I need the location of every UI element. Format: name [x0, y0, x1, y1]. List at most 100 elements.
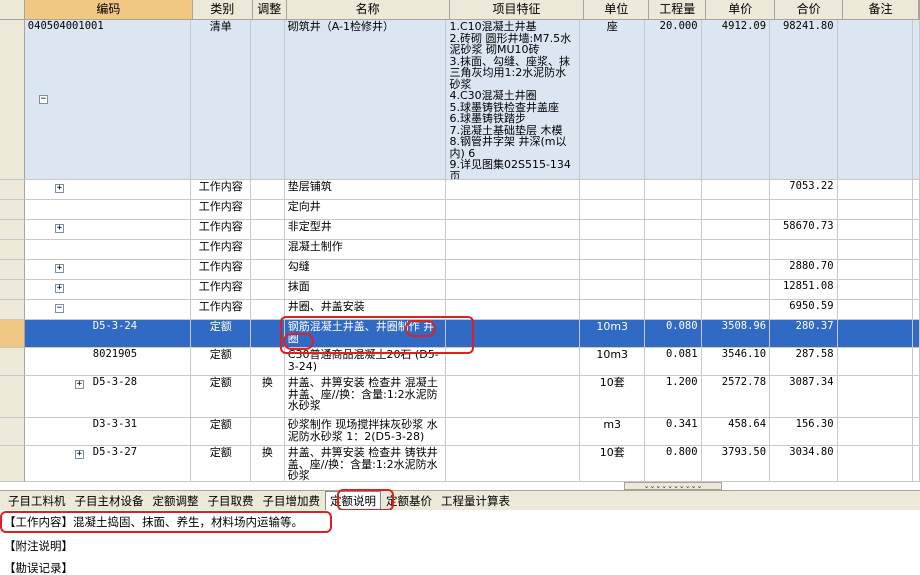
quota-row[interactable]: D5-3-24 定额 钢筋混凝土井盖、井圈制作 井圈 10m3 0.080 35…	[0, 320, 920, 348]
features-cell[interactable]	[446, 446, 581, 482]
adjust-cell[interactable]	[250, 348, 285, 376]
name-cell[interactable]: C30普通商品混凝土20石 (D5-3-24)	[284, 348, 447, 376]
code-cell[interactable]: −	[24, 300, 192, 320]
type-cell[interactable]: 工作内容	[191, 300, 251, 320]
quantity-cell[interactable]: 0.800	[644, 446, 702, 482]
bill-item-row[interactable]: 040504001001 − 清单 砌筑井（A-1检修井） 1.C10混凝土井基…	[0, 20, 920, 180]
quantity-cell[interactable]	[644, 300, 702, 320]
tab-sub-extra-fee[interactable]: 子目增加费	[259, 492, 325, 510]
row-header[interactable]	[0, 240, 25, 260]
unit-cell[interactable]: 10m3	[580, 348, 645, 376]
note-cell[interactable]	[837, 240, 913, 260]
quantity-cell[interactable]: 20.000	[644, 20, 702, 180]
features-cell[interactable]	[446, 376, 581, 418]
row-header[interactable]	[0, 376, 25, 418]
type-cell[interactable]: 定额	[191, 376, 251, 418]
adjust-cell[interactable]	[250, 240, 285, 260]
price-cell[interactable]	[701, 260, 771, 280]
price-cell[interactable]: 3546.10	[701, 348, 771, 376]
tab-quota-adjust[interactable]: 定额调整	[149, 492, 203, 510]
price-cell[interactable]	[701, 280, 771, 300]
quantity-cell[interactable]	[644, 280, 702, 300]
code-cell[interactable]: +	[24, 180, 192, 200]
expand-icon[interactable]: +	[74, 380, 84, 389]
price-cell[interactable]: 3793.50	[701, 446, 771, 482]
col-header-type[interactable]: 类别	[192, 0, 253, 20]
quantity-cell[interactable]	[644, 180, 702, 200]
name-cell[interactable]: 垫层铺筑	[284, 180, 447, 200]
type-cell[interactable]: 定额	[191, 320, 251, 348]
quantity-cell[interactable]	[644, 240, 702, 260]
features-cell[interactable]	[446, 240, 581, 260]
row-header[interactable]	[0, 300, 25, 320]
price-cell[interactable]: 2572.78	[701, 376, 771, 418]
tab-quota-base-price[interactable]: 定额基价	[382, 492, 436, 510]
total-cell[interactable]: 3087.34	[770, 376, 838, 418]
total-cell[interactable]	[770, 240, 838, 260]
code-cell[interactable]: D3-3-31	[24, 418, 192, 446]
name-cell[interactable]: 井盖、井箅安装 检查井 混凝土井盖、座//换：含量:1:2水泥防水砂浆	[284, 376, 447, 418]
type-cell[interactable]: 工作内容	[191, 280, 251, 300]
unit-cell[interactable]: 10套	[580, 446, 645, 482]
name-cell[interactable]: 勾缝	[284, 260, 447, 280]
quota-row[interactable]: 8021905 定额 C30普通商品混凝土20石 (D5-3-24) 10m3 …	[0, 348, 920, 376]
note-cell[interactable]	[837, 300, 913, 320]
adjust-cell[interactable]: 换	[250, 446, 285, 482]
name-cell[interactable]: 井圈、井盖安装	[284, 300, 447, 320]
adjust-cell[interactable]	[250, 260, 285, 280]
quantity-cell[interactable]: 0.081	[644, 348, 702, 376]
total-cell[interactable]: 280.37	[770, 320, 838, 348]
code-cell[interactable]: + D5-3-28	[24, 376, 192, 418]
adjust-cell[interactable]: 换	[250, 376, 285, 418]
type-cell[interactable]: 工作内容	[191, 260, 251, 280]
name-cell[interactable]: 钢筋混凝土井盖、井圈制作 井圈	[284, 320, 447, 348]
name-cell[interactable]: 砂浆制作 现场搅拌抹灰砂浆 水泥防水砂浆 1：2(D5-3-28)	[284, 418, 447, 446]
note-cell[interactable]	[837, 20, 913, 180]
code-cell[interactable]	[24, 240, 192, 260]
row-header[interactable]	[0, 260, 25, 280]
adjust-cell[interactable]	[250, 418, 285, 446]
work-content-row[interactable]: + 工作内容 非定型井 58670.73	[0, 220, 920, 240]
row-header[interactable]	[0, 20, 25, 180]
tab-sub-fee[interactable]: 子目取费	[204, 492, 258, 510]
type-cell[interactable]: 定额	[191, 348, 251, 376]
unit-cell[interactable]: 10套	[580, 376, 645, 418]
price-cell[interactable]	[701, 220, 771, 240]
collapse-icon[interactable]: −	[54, 304, 64, 313]
total-cell[interactable]: 98241.80	[770, 20, 838, 180]
note-cell[interactable]	[837, 220, 913, 240]
tab-quota-description[interactable]: 定额说明	[325, 490, 381, 511]
name-cell[interactable]: 砌筑井（A-1检修井）	[284, 20, 447, 180]
total-cell[interactable]: 12851.08	[770, 280, 838, 300]
adjust-cell[interactable]	[250, 220, 285, 240]
tab-quantity-calc[interactable]: 工程量计算表	[437, 492, 514, 510]
row-header[interactable]	[0, 280, 25, 300]
type-cell[interactable]: 定额	[191, 418, 251, 446]
price-cell[interactable]: 458.64	[701, 418, 771, 446]
code-cell[interactable]: +	[24, 280, 192, 300]
row-header[interactable]	[0, 446, 25, 482]
features-cell[interactable]	[446, 320, 581, 348]
total-cell[interactable]: 3034.80	[770, 446, 838, 482]
type-cell[interactable]: 工作内容	[191, 220, 251, 240]
features-cell[interactable]	[446, 200, 581, 220]
features-cell[interactable]: 1.C10混凝土井基 2.砖砌 圆形井墙:M7.5水泥砂浆 砌MU10砖 3.抹…	[446, 20, 581, 180]
unit-cell[interactable]	[580, 280, 645, 300]
code-cell[interactable]: 040504001001 −	[24, 20, 192, 180]
quota-row[interactable]: + D5-3-27 定额 换 井盖、井箅安装 检查井 铸铁井盖、座//换：含量:…	[0, 446, 920, 482]
row-header[interactable]	[0, 348, 25, 376]
code-cell[interactable]	[24, 200, 192, 220]
row-header[interactable]	[0, 220, 25, 240]
adjust-cell[interactable]	[250, 180, 285, 200]
quantity-cell[interactable]	[644, 200, 702, 220]
work-content-row[interactable]: 工作内容 定向井	[0, 200, 920, 220]
code-cell[interactable]: 8021905	[24, 348, 192, 376]
quantity-cell[interactable]	[644, 220, 702, 240]
col-header-unit[interactable]: 单位	[584, 0, 650, 20]
work-content-row[interactable]: + 工作内容 垫层铺筑 7053.22	[0, 180, 920, 200]
type-cell[interactable]: 工作内容	[191, 180, 251, 200]
features-cell[interactable]	[446, 260, 581, 280]
quantity-cell[interactable]: 1.200	[644, 376, 702, 418]
collapse-icon[interactable]: −	[38, 95, 48, 104]
expand-icon[interactable]: +	[54, 184, 64, 193]
